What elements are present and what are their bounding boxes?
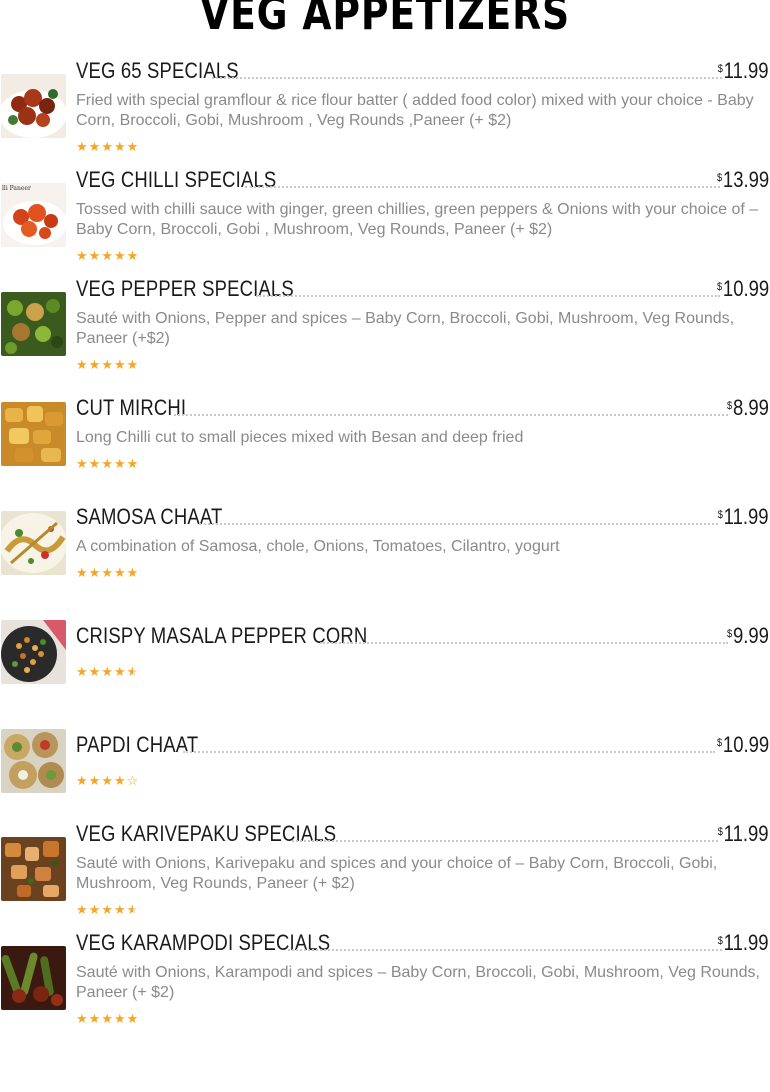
- item-name: VEG CHILLI SPECIALS: [76, 167, 277, 192]
- star-icon: ★: [76, 664, 89, 679]
- item-price: $11.99: [718, 504, 769, 529]
- item-price: $11.99: [718, 821, 769, 846]
- star-icon: ★: [76, 902, 89, 917]
- star-icon: ★: [101, 1011, 114, 1026]
- leader-dots: [199, 523, 718, 525]
- star-icon: ★: [101, 773, 114, 788]
- star-icon: ★: [126, 357, 140, 372]
- dish-photo: lli Paneer: [1, 183, 66, 247]
- item-name: PAPDI CHAAT: [76, 732, 199, 757]
- leader-dots: [174, 414, 728, 416]
- rating-stars: ★★★★★: [76, 358, 139, 372]
- leader-dots: [256, 295, 720, 297]
- star-icon: ★: [76, 1011, 89, 1026]
- star-icon: ★: [76, 357, 89, 372]
- item-description: Sauté with Onions, Pepper and spices – B…: [76, 310, 735, 347]
- star-icon: ★: [76, 773, 89, 788]
- star-icon: ★: [88, 248, 102, 263]
- dish-photo: [1, 620, 66, 684]
- item-price: $11.99: [718, 58, 769, 83]
- star-icon: ★: [113, 357, 127, 372]
- leader-dots: [245, 186, 720, 188]
- item-name: VEG KARAMPODI SPECIALS: [76, 930, 331, 955]
- item-price: $10.99: [716, 732, 769, 757]
- leader-dots: [212, 77, 722, 79]
- item-description: Sauté with Onions, Karampodi and spices …: [76, 964, 760, 1001]
- dish-photo: [1, 837, 66, 901]
- star-icon: ★: [101, 139, 114, 154]
- leader-dots: [288, 949, 722, 951]
- rating-stars: ★★★★★: [76, 457, 139, 471]
- leader-dots: [183, 751, 715, 753]
- star-icon: ★: [101, 664, 114, 679]
- menu-list: VEG 65 SPECIALS $11.99 Fried with specia…: [0, 0, 770, 1092]
- leader-dots: [320, 642, 728, 644]
- dish-photo: [1, 292, 66, 356]
- item-description: A combination of Samosa, chole, Onions, …: [76, 538, 560, 555]
- star-icon: ★: [101, 902, 114, 917]
- rating-stars: ★★★★☆: [76, 774, 139, 788]
- star-icon: ★: [101, 565, 114, 580]
- item-description: Sauté with Onions, Karivepaku and spices…: [76, 855, 718, 892]
- star-icon: ★: [101, 248, 114, 263]
- rating-stars: ★★★★★: [76, 140, 139, 154]
- star-icon: ★: [126, 139, 140, 154]
- dish-photo: [1, 729, 66, 793]
- star-icon: ★: [76, 248, 89, 263]
- star-icon: ★: [113, 456, 127, 471]
- rating-stars: ★★★★★: [76, 249, 139, 263]
- star-icon: ★: [88, 902, 102, 917]
- star-icon: ★: [113, 902, 127, 917]
- star-icon: ★: [88, 664, 102, 679]
- item-price: $9.99: [727, 623, 769, 648]
- item-name: VEG 65 SPECIALS: [76, 58, 239, 83]
- item-price: $10.99: [716, 276, 769, 301]
- star-empty-icon: ☆: [126, 773, 140, 788]
- star-icon: ★: [88, 456, 102, 471]
- item-name: CUT MIRCHI: [76, 395, 187, 420]
- item-name: SAMOSA CHAAT: [76, 504, 223, 529]
- dish-photo: [1, 511, 66, 575]
- item-name: VEG KARIVEPAKU SPECIALS: [76, 821, 337, 846]
- rating-stars: ★★★★★: [76, 566, 139, 580]
- star-icon: ★: [101, 357, 114, 372]
- star-half-icon: ★: [126, 664, 140, 679]
- star-icon: ★: [88, 565, 102, 580]
- star-icon: ★: [113, 139, 127, 154]
- star-icon: ★: [113, 565, 127, 580]
- rating-stars: ★★★★★: [76, 903, 139, 917]
- item-name: VEG PEPPER SPECIALS: [76, 276, 294, 301]
- item-description: Tossed with chilli sauce with ginger, gr…: [76, 201, 759, 238]
- rating-stars: ★★★★★: [76, 665, 139, 679]
- star-icon: ★: [126, 565, 140, 580]
- item-price: $8.99: [727, 395, 769, 420]
- star-half-icon: ★: [126, 902, 140, 917]
- item-description: Fried with special gramflour & rice flou…: [76, 92, 754, 129]
- star-icon: ★: [126, 1011, 140, 1026]
- star-icon: ★: [101, 456, 114, 471]
- item-price: $11.99: [718, 930, 769, 955]
- dish-photo: [1, 402, 66, 466]
- star-icon: ★: [113, 248, 127, 263]
- star-icon: ★: [88, 139, 102, 154]
- star-icon: ★: [113, 1011, 127, 1026]
- dish-photo: [1, 946, 66, 1010]
- leader-dots: [292, 840, 718, 842]
- star-icon: ★: [126, 248, 140, 263]
- star-icon: ★: [113, 664, 127, 679]
- item-price: $13.99: [716, 167, 769, 192]
- star-icon: ★: [126, 456, 140, 471]
- item-description: Long Chilli cut to small pieces mixed wi…: [76, 429, 524, 446]
- star-icon: ★: [76, 565, 89, 580]
- star-icon: ★: [88, 773, 102, 788]
- star-icon: ★: [76, 456, 89, 471]
- star-icon: ★: [88, 1011, 102, 1026]
- photo-caption: lli Paneer: [2, 185, 31, 192]
- star-icon: ★: [76, 139, 89, 154]
- star-icon: ★: [88, 357, 102, 372]
- item-name: CRISPY MASALA PEPPER CORN: [76, 623, 368, 648]
- star-icon: ★: [113, 773, 127, 788]
- rating-stars: ★★★★★: [76, 1012, 139, 1026]
- dish-photo: [1, 74, 66, 138]
